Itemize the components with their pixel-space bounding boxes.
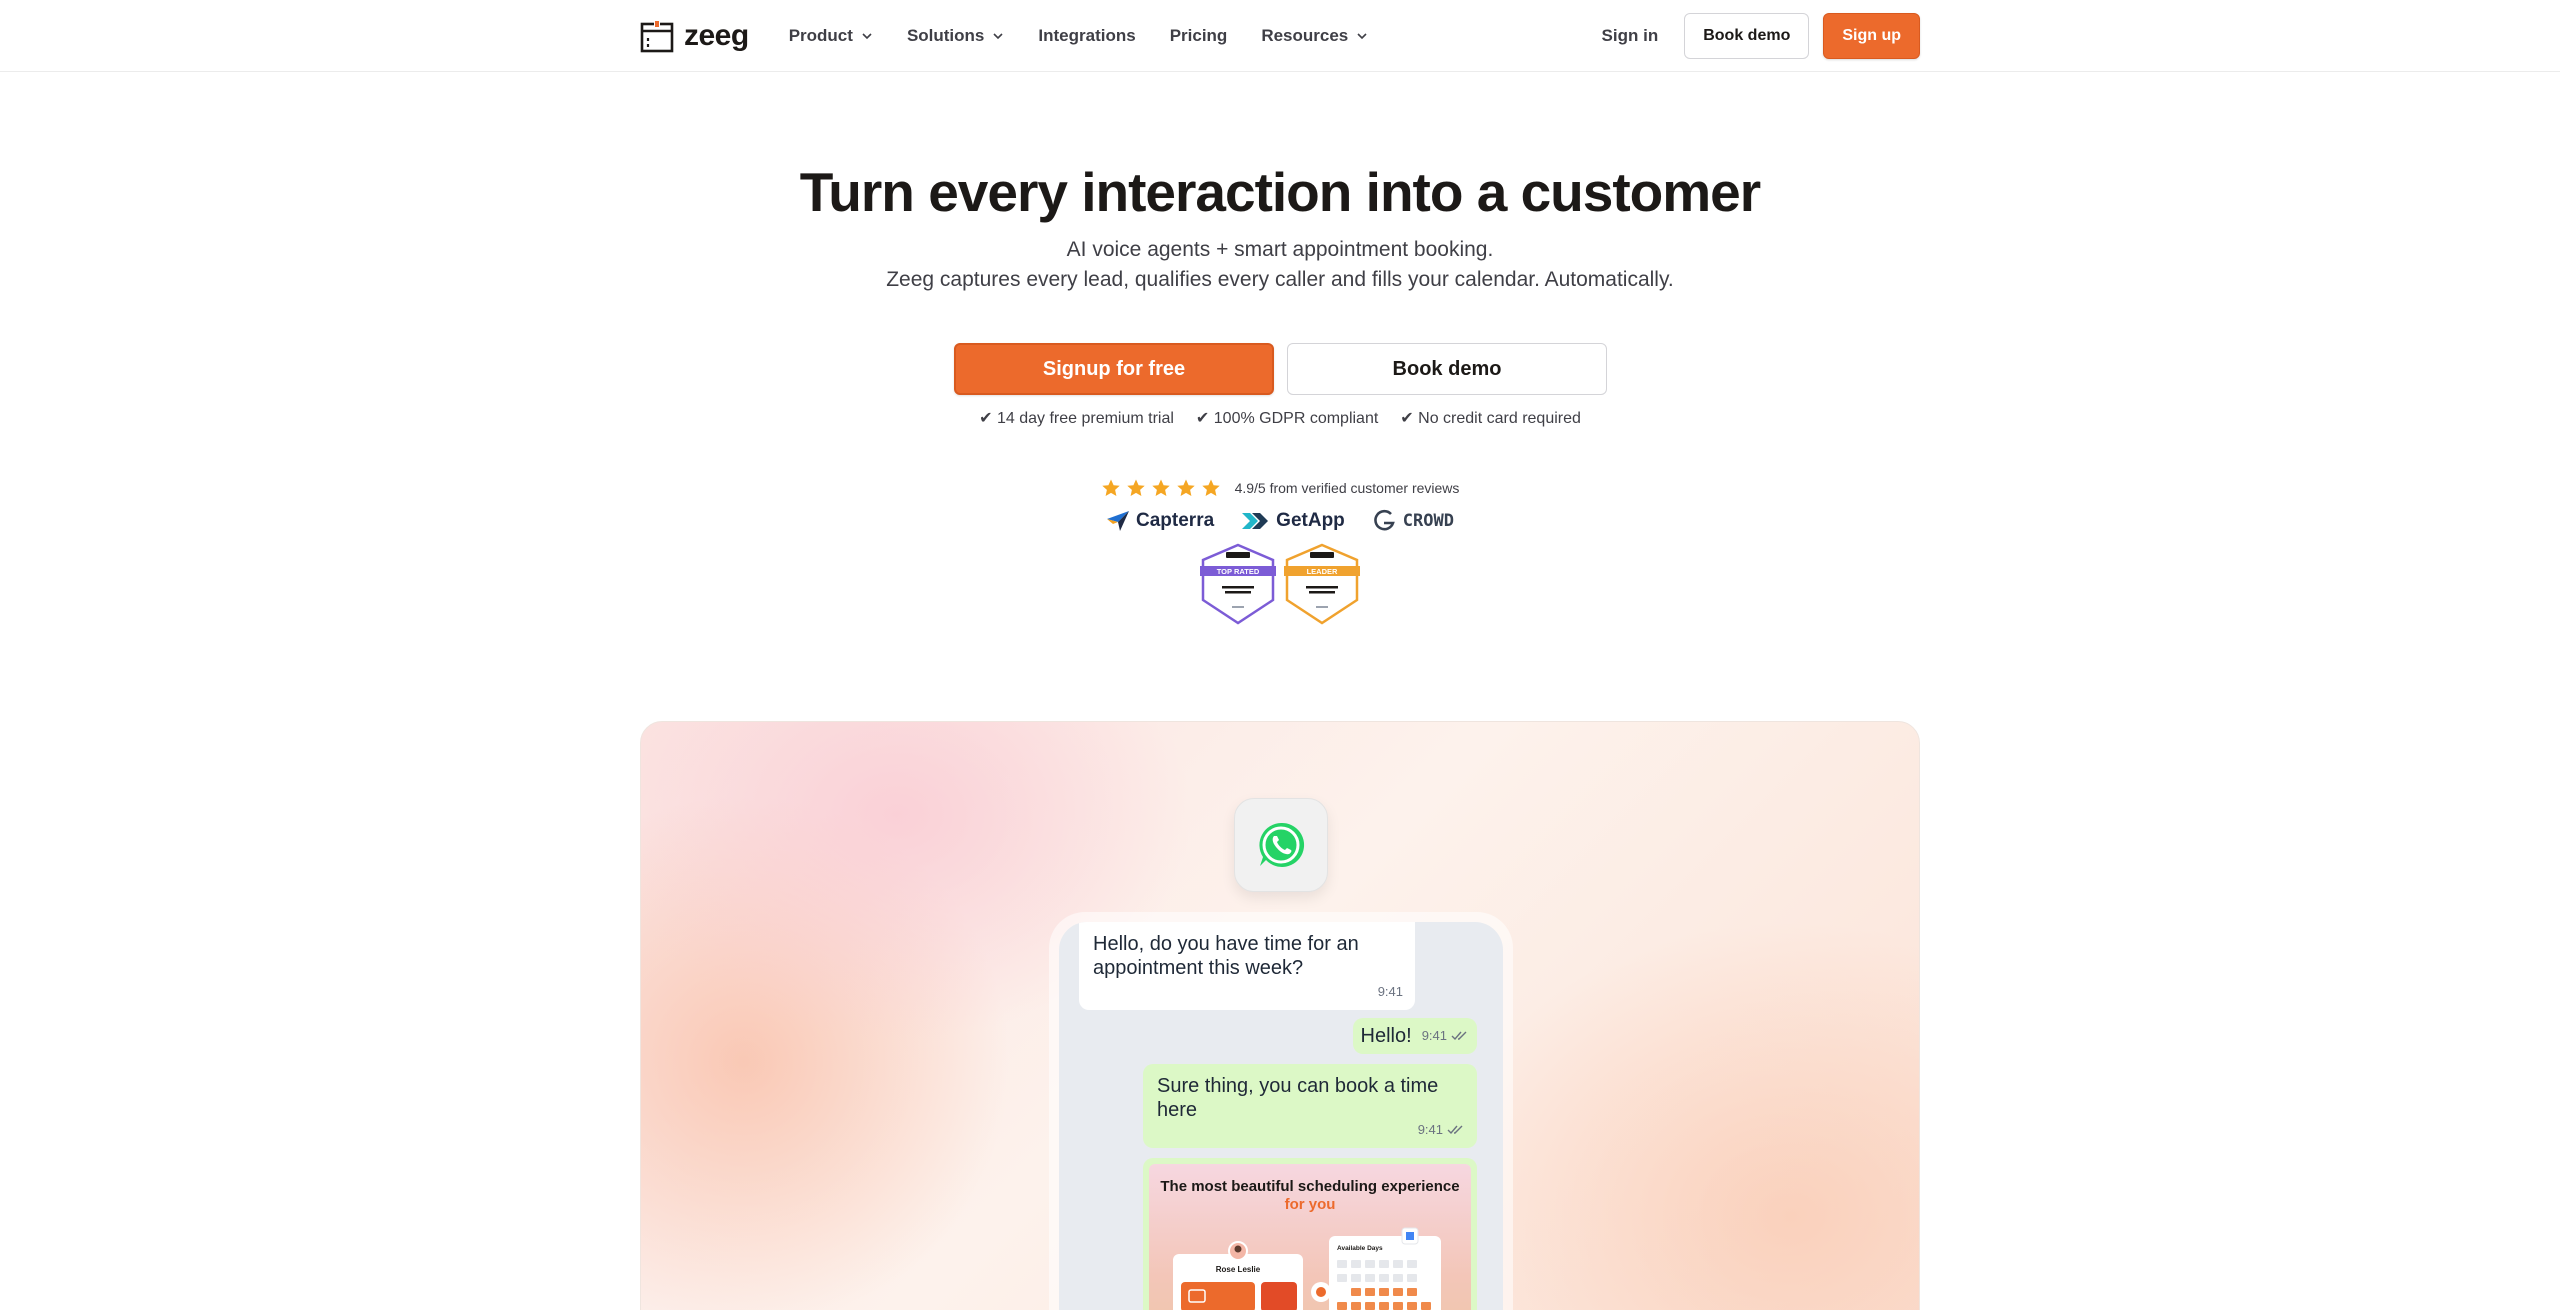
message-text: Hello! — [1360, 1025, 1412, 1047]
g2-crowd-logo[interactable]: CROWD — [1371, 508, 1454, 534]
brand-name: zeeg — [684, 19, 749, 52]
top-navigation: zeeg Product Solutions Integrations Pric… — [0, 0, 2560, 72]
perk-item: ✔ No credit card required — [1400, 410, 1581, 427]
getapp-label: GetApp — [1276, 510, 1345, 531]
review-platforms: Capterra GetApp CROWD — [0, 508, 2560, 534]
double-check-icon — [1447, 1125, 1463, 1135]
message-time: 9:41 — [1421, 1028, 1447, 1043]
award-badges: TOP RATED LEADER — [0, 542, 2560, 626]
menu-item-label: Integrations — [1038, 26, 1136, 45]
hero-subtitle-line2: Zeeg captures every lead, qualifies ever… — [886, 268, 1674, 291]
perk-item: ✔ 14 day free premium trial — [979, 410, 1174, 427]
capterra-logo[interactable]: Capterra — [1106, 510, 1214, 532]
star-icon — [1151, 479, 1170, 496]
rating-row: 4.9/5 from verified customer reviews — [0, 478, 2560, 498]
badge-label: TOP RATED — [1217, 567, 1260, 576]
message-time: 9:41 — [1377, 984, 1403, 999]
menu-item-label: Resources — [1261, 26, 1349, 45]
star-icon — [1101, 479, 1120, 496]
double-check-icon — [1451, 1031, 1467, 1041]
star-icon — [1176, 479, 1195, 496]
capterra-label: Capterra — [1136, 510, 1215, 531]
chevron-down-icon — [1357, 33, 1367, 40]
whatsapp-app-tile — [1234, 798, 1328, 892]
outgoing-message: Sure thing, you can book a time here 9:4… — [1143, 1064, 1477, 1148]
rating-stars — [1101, 478, 1221, 498]
sign-in-link[interactable]: Sign in — [1602, 26, 1659, 46]
chevron-down-icon — [862, 33, 872, 40]
product-showcase: Hello, do you have time for an appointme… — [640, 721, 1920, 1310]
hero-cta-row: Signup for free Book demo — [954, 343, 1607, 395]
menu-item-pricing[interactable]: Pricing — [1170, 26, 1228, 46]
top-rated-badge-icon[interactable]: TOP RATED — [1198, 542, 1278, 626]
incoming-message: Hello, do you have time for an appointme… — [1079, 922, 1415, 1010]
star-icon — [1126, 479, 1145, 496]
preview-person-name: Rose Leslie — [1216, 1265, 1261, 1274]
message-meta: 9:41 — [1422, 1024, 1469, 1048]
menu-item-label: Product — [788, 26, 853, 45]
g2-crowd-label: CROWD — [1402, 511, 1454, 531]
booking-page-illustration: Rose Leslie Available Days — [1173, 1227, 1441, 1310]
g2-icon — [1373, 509, 1395, 531]
menu-item-label: Solutions — [906, 26, 985, 45]
chat-screen: Hello, do you have time for an appointme… — [1059, 922, 1503, 1310]
menu-item-label: Pricing — [1169, 26, 1228, 45]
message-text: Hello, do you have time for an appointme… — [1093, 933, 1359, 979]
menu-item-solutions[interactable]: Solutions — [907, 26, 1004, 46]
hero-title: Turn every interaction into a customer — [799, 161, 1761, 223]
preview-image: The most beautiful scheduling experience… — [1149, 1164, 1471, 1310]
menu-item-integrations[interactable]: Integrations — [1038, 26, 1135, 46]
menu-item-resources[interactable]: Resources — [1261, 26, 1368, 46]
sign-up-button[interactable]: Sign up — [1823, 13, 1920, 59]
badge-label: LEADER — [1307, 567, 1338, 576]
capterra-icon — [1107, 511, 1130, 531]
message-time: 9:41 — [1417, 1122, 1443, 1137]
zeeg-logo-icon — [640, 20, 674, 53]
chevron-down-icon — [993, 33, 1003, 40]
star-icon — [1201, 479, 1220, 496]
getapp-icon — [1242, 513, 1269, 529]
outgoing-message: Hello! 9:41 — [1352, 1018, 1477, 1054]
preview-panel-title: Available Days — [1337, 1245, 1383, 1252]
booking-link-preview[interactable]: The most beautiful scheduling experience… — [1143, 1158, 1477, 1310]
menu-item-product[interactable]: Product — [789, 26, 873, 46]
getapp-logo[interactable]: GetApp — [1240, 510, 1345, 532]
message-meta: 9:41 — [1418, 1118, 1465, 1142]
perks-list: ✔ 14 day free premium trial ✔ 100% GDPR … — [0, 408, 2560, 428]
message-text: Sure thing, you can book a time here — [1157, 1075, 1439, 1121]
nav-container: zeeg Product Solutions Integrations Pric… — [640, 0, 1920, 72]
nav-actions: Sign in Book demo Sign up — [1602, 13, 1920, 59]
signup-free-button[interactable]: Signup for free — [954, 343, 1274, 395]
main-menu: Product Solutions Integrations Pricing R… — [789, 26, 1369, 46]
book-demo-button[interactable]: Book demo — [1684, 13, 1810, 59]
book-demo-hero-button[interactable]: Book demo — [1287, 343, 1607, 395]
perk-item: ✔ 100% GDPR compliant — [1195, 410, 1379, 427]
hero-subtitle-line1: AI voice agents + smart appointment book… — [1066, 238, 1494, 261]
rating-text: 4.9/5 from verified customer reviews — [1234, 480, 1460, 496]
brand-logo[interactable]: zeeg — [640, 19, 749, 53]
phone-mockup: Hello, do you have time for an appointme… — [1049, 912, 1513, 1310]
leader-badge-icon[interactable]: LEADER — [1282, 542, 1362, 626]
whatsapp-icon — [1259, 822, 1305, 867]
